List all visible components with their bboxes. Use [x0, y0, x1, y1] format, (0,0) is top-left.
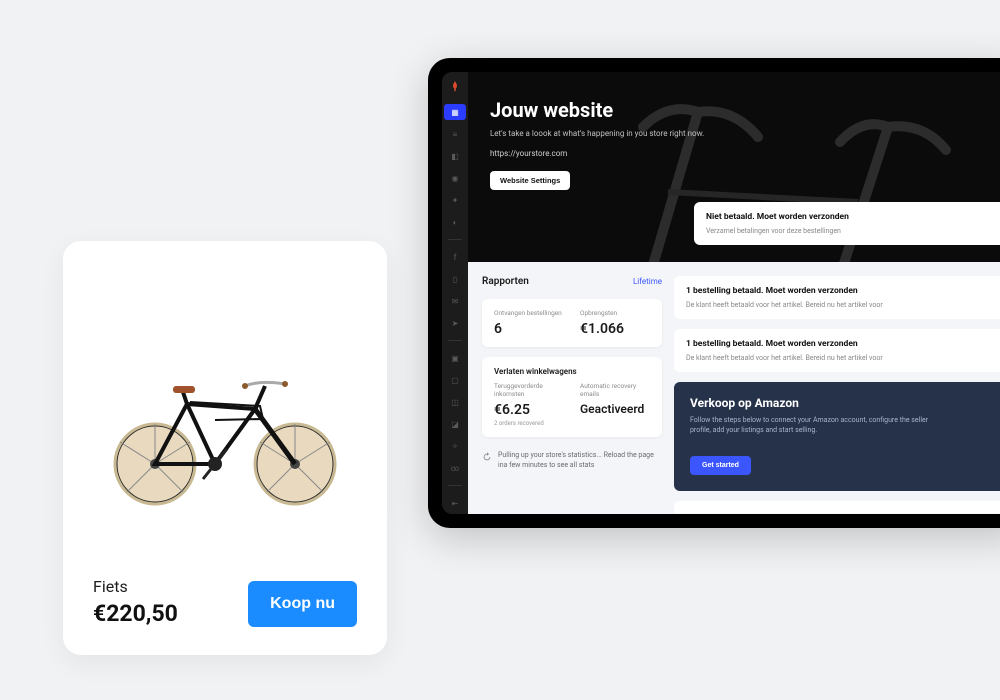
notice-subtitle: Verzamel betalingen voor deze bestelling…: [706, 227, 1000, 235]
loading-note-text: Pulling up your store's statistics... Re…: [498, 451, 662, 471]
sidebar-item-mobile[interactable]: ▯: [444, 271, 466, 287]
product-card: Fiets €220,50 Koop nu: [63, 241, 387, 655]
refresh-icon: [482, 452, 492, 462]
orders-received-label: Ontvangen bestellingen: [494, 309, 564, 317]
sidebar-item-truck[interactable]: ◫: [444, 394, 466, 410]
sidebar-item-analytics[interactable]: ◐: [444, 214, 466, 230]
sidebar: ▦ ≡ ◧ ◉ ✦ ◐ f ▯ ✉ ➤ ▣ ▢ ◫ ◪ ✧ ∞ ⇤: [442, 72, 468, 514]
sidebar-item-box[interactable]: ▢: [444, 372, 466, 388]
tag-icon: ◧: [451, 152, 459, 161]
sidebar-divider: [448, 485, 462, 486]
sidebar-divider: [448, 239, 462, 240]
product-price: €220,50: [93, 600, 178, 627]
sidebar-item-misc1[interactable]: ✧: [444, 438, 466, 454]
website-settings-button[interactable]: Website Settings: [490, 171, 570, 190]
orders-received-value: 6: [494, 321, 564, 337]
buy-button[interactable]: Koop nu: [248, 581, 357, 627]
mail-icon: ✉: [452, 297, 459, 306]
recovered-label: Teruggevorderde inkomsten: [494, 382, 564, 398]
revenue-value: €1.066: [580, 321, 650, 337]
main-content: Jouw website Let's take a loook at what'…: [468, 72, 1000, 514]
abandoned-title: Verlaten winkelwagens: [494, 367, 650, 376]
reports-title: Rapporten: [482, 276, 529, 287]
recovered-sub: 2 orders recovered: [494, 420, 564, 427]
hero-url: https://yourstore.com: [490, 149, 704, 158]
store-icon: ▣: [451, 354, 459, 363]
sidebar-item-dashboard[interactable]: ▦: [444, 104, 466, 120]
sidebar-item-users[interactable]: ◉: [444, 170, 466, 186]
auto-recovery-value: Geactiveerd: [580, 402, 650, 416]
product-title: Fiets: [93, 577, 178, 596]
facebook-icon: f: [454, 253, 457, 262]
logo-flame-icon: [448, 80, 462, 94]
collapse-icon: ⇤: [452, 499, 459, 508]
notice-stack: Niet betaald. Moet worden verzonden Verz…: [694, 202, 1000, 245]
puzzle-icon: ✧: [452, 442, 459, 451]
product-footer: Fiets €220,50 Koop nu: [93, 577, 357, 627]
abandoned-carts-card: Verlaten winkelwagens Teruggevorderde in…: [482, 357, 662, 437]
amazon-card: Verkoop op Amazon Follow the steps below…: [674, 382, 1000, 491]
sidebar-item-orders[interactable]: ≡: [444, 126, 466, 142]
sidebar-item-facebook[interactable]: f: [444, 249, 466, 265]
sidebar-item-mail[interactable]: ✉: [444, 293, 466, 309]
sidebar-item-store[interactable]: ▣: [444, 350, 466, 366]
notice-paid-2[interactable]: 1 bestelling betaald. Moet worden verzon…: [674, 329, 1000, 372]
hero-subtitle: Let's take a loook at what's happening i…: [490, 128, 704, 139]
gear-icon: ✦: [452, 196, 459, 205]
hero-title: Jouw website: [490, 98, 704, 122]
sidebar-divider: [448, 340, 462, 341]
amazon-title: Verkoop op Amazon: [690, 396, 1000, 410]
chart-icon: ◐: [453, 218, 458, 227]
sidebar-item-cart[interactable]: ◪: [444, 416, 466, 432]
reports-column: Rapporten Lifetime Ontvangen bestellinge…: [482, 276, 662, 514]
notice-subtitle: De klant heeft betaald voor het artikel.…: [686, 354, 1000, 362]
amazon-subtitle: Follow the steps below to connect your A…: [690, 416, 940, 436]
dashboard-icon: ▦: [451, 108, 459, 117]
notice-subtitle: De klant heeft betaald voor het artikel.…: [686, 301, 1000, 309]
tablet-device: ▦ ≡ ◧ ◉ ✦ ◐ f ▯ ✉ ➤ ▣ ▢ ◫ ◪ ✧ ∞ ⇤: [428, 58, 1000, 528]
ghost-card: [674, 501, 1000, 513]
mobile-icon: ▯: [453, 275, 457, 284]
truck-icon: ◫: [451, 398, 459, 407]
sidebar-item-misc2[interactable]: ∞: [444, 460, 466, 476]
notice-title: 1 bestelling betaald. Moet worden verzon…: [686, 339, 1000, 349]
reports-range-link[interactable]: Lifetime: [633, 277, 662, 286]
product-image: [93, 273, 357, 565]
link-icon: ∞: [451, 464, 459, 473]
cart-icon: ◪: [451, 420, 459, 429]
list-icon: ≡: [453, 130, 458, 139]
loading-note: Pulling up your store's statistics... Re…: [482, 451, 662, 471]
bicycle-icon: [95, 324, 355, 514]
notice-paid-1[interactable]: 1 bestelling betaald. Moet worden verzon…: [674, 276, 1000, 319]
notice-unpaid[interactable]: Niet betaald. Moet worden verzonden Verz…: [694, 202, 1000, 245]
sidebar-item-products[interactable]: ◧: [444, 148, 466, 164]
sidebar-item-collapse[interactable]: ⇤: [444, 495, 466, 511]
notice-title: Niet betaald. Moet worden verzonden: [706, 212, 1000, 222]
tablet-screen: ▦ ≡ ◧ ◉ ✦ ◐ f ▯ ✉ ➤ ▣ ▢ ◫ ◪ ✧ ∞ ⇤: [442, 72, 1000, 514]
orders-revenue-card: Ontvangen bestellingen 6 Opbrengsten €1.…: [482, 299, 662, 347]
sidebar-item-send[interactable]: ➤: [444, 315, 466, 331]
right-column: 1 bestelling betaald. Moet worden verzon…: [674, 276, 1000, 514]
send-icon: ➤: [452, 319, 459, 328]
revenue-label: Opbrengsten: [580, 309, 650, 317]
recovered-value: €6.25: [494, 402, 564, 418]
auto-recovery-label: Automatic recovery emails: [580, 382, 650, 398]
amazon-get-started-button[interactable]: Get started: [690, 456, 751, 475]
box-icon: ▢: [451, 376, 459, 385]
notice-title: 1 bestelling betaald. Moet worden verzon…: [686, 286, 1000, 296]
sidebar-item-settings[interactable]: ✦: [444, 192, 466, 208]
user-icon: ◉: [452, 174, 459, 183]
dashboard-area: Rapporten Lifetime Ontvangen bestellinge…: [468, 262, 1000, 514]
